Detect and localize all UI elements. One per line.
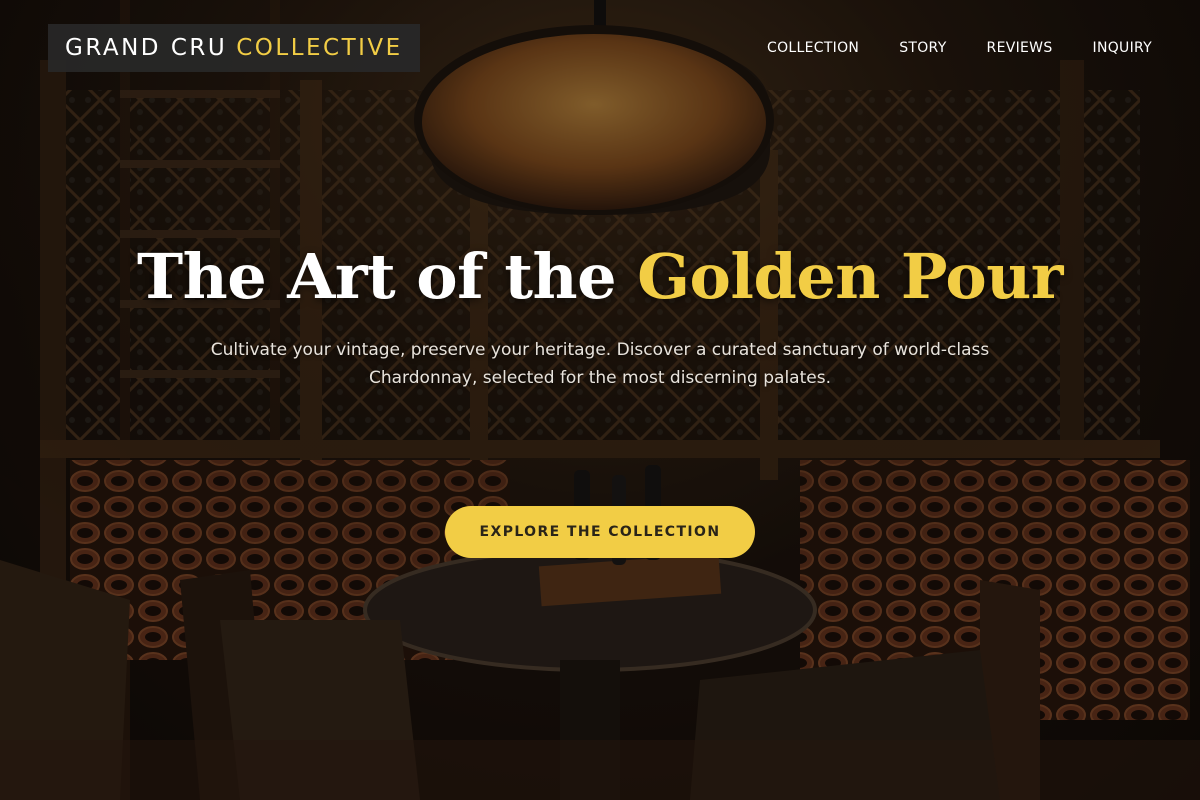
brand-name-primary: GRAND CRU [65,35,228,61]
hero-background-image [0,0,1200,800]
nav-link-reviews[interactable]: REVIEWS [987,38,1053,58]
hero-subtext: Cultivate your vintage, preserve your he… [210,340,990,388]
brand-logo[interactable]: GRAND CRU COLLECTIVE [48,24,420,72]
hero-section: The Art of the Golden Pour Cultivate you… [0,240,1200,392]
brand-name-accent: COLLECTIVE [236,35,403,61]
nav-link-inquiry[interactable]: INQUIRY [1093,38,1152,58]
headline-gold-part: Golden Pour [637,240,1063,313]
explore-collection-button[interactable]: EXPLORE THE COLLECTION [445,506,755,558]
main-nav: COLLECTION STORY REVIEWS INQUIRY [767,38,1152,58]
nav-link-collection[interactable]: COLLECTION [767,38,859,58]
hero-headline: The Art of the Golden Pour [0,240,1200,314]
nav-link-story[interactable]: STORY [899,38,946,58]
headline-white-part: The Art of the [137,240,638,313]
dark-overlay [0,0,1200,800]
